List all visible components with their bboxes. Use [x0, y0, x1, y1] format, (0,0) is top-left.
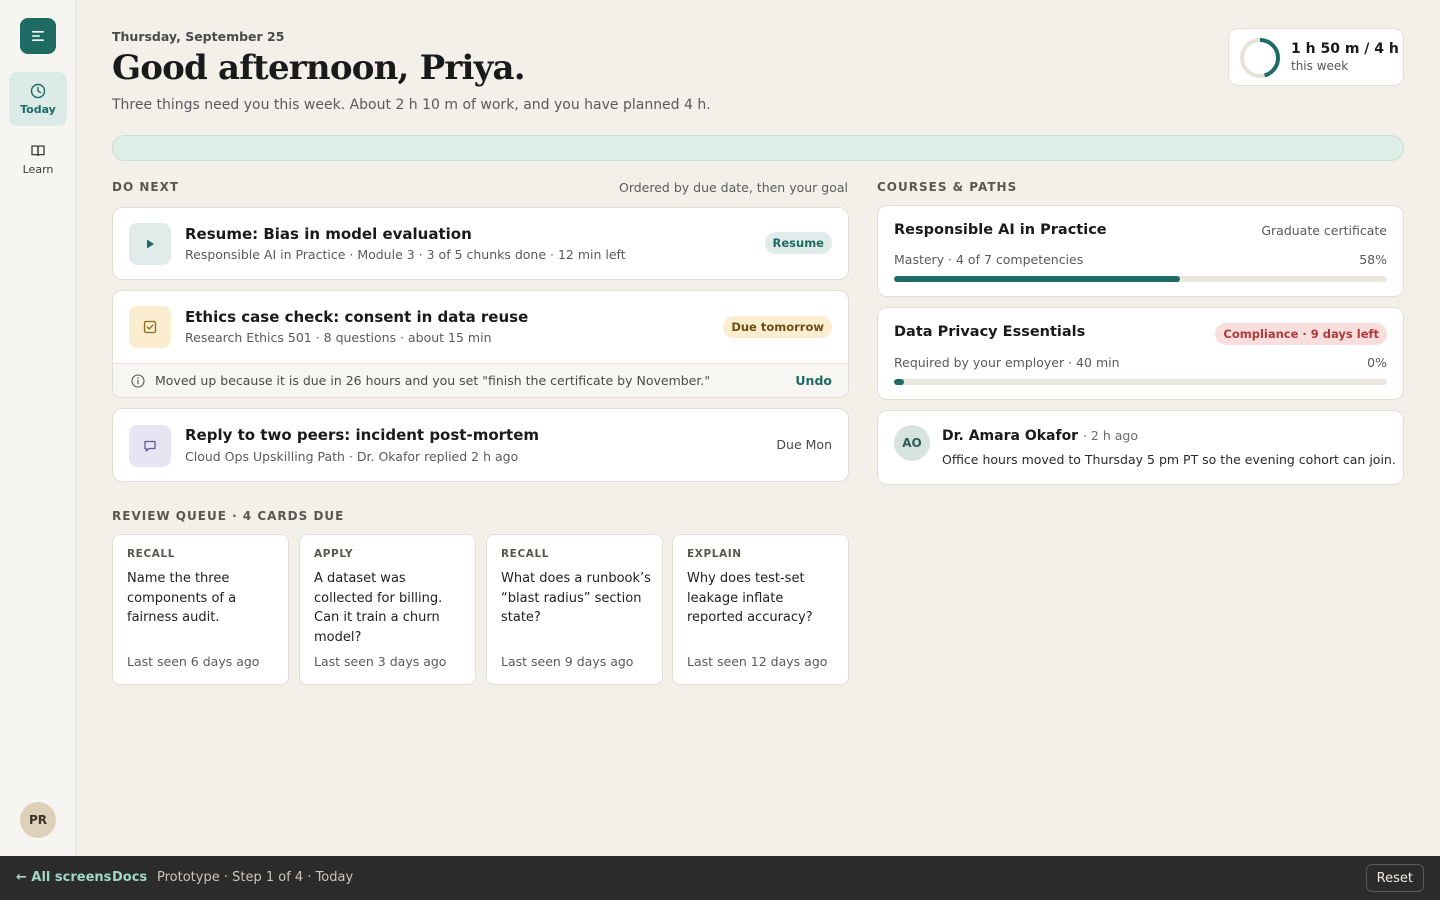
course-progress-fill: [894, 379, 904, 385]
due-badge: Due tomorrow: [723, 316, 832, 338]
avatar: AO: [894, 425, 930, 461]
time-progress-ring: [1240, 38, 1280, 78]
review-question: Name the three components of a fairness …: [127, 571, 237, 625]
courses-heading: COURSES & PATHS: [877, 180, 1018, 194]
user-avatar[interactable]: PR: [20, 802, 56, 838]
reorder-note-text: Moved up because it is due in 26 hours a…: [155, 373, 711, 388]
review-card[interactable]: EXPLAIN Why does test-set leakage inflat…: [672, 534, 849, 685]
menu-button[interactable]: [20, 18, 56, 54]
page-date: Thursday, September 25: [112, 29, 285, 44]
course-progress-bar: [894, 276, 1387, 282]
step-indicator: Prototype · Step 1 of 4 · Today: [157, 870, 354, 885]
review-last-seen: Last seen 6 days ago: [127, 654, 260, 669]
weekly-time-widget[interactable]: 1 h 50 m / 4 h this week: [1228, 28, 1404, 86]
book-icon: [31, 144, 45, 156]
task-meta: Responsible AI in Practice · Module 3 · …: [185, 247, 626, 262]
course-meta: Required by your employer · 40 min: [894, 355, 1120, 370]
course-percent: 58%: [1359, 252, 1387, 267]
review-question: Why does test-set leakage inflate report…: [687, 571, 813, 625]
review-last-seen: Last seen 12 days ago: [687, 654, 828, 669]
course-title: Data Privacy Essentials: [894, 324, 1086, 340]
docs-link[interactable]: Docs: [112, 870, 147, 885]
review-kind: APPLY: [314, 548, 354, 560]
sidebar: Today Learn PR: [0, 0, 76, 856]
course-progress-bar: [894, 379, 1387, 385]
task-icon: [129, 425, 171, 467]
task-title: Resume: Bias in model evaluation: [185, 225, 472, 243]
message-body: Office hours moved to Thursday 5 pm PT s…: [942, 452, 1396, 467]
do-next-heading: DO NEXT: [112, 180, 180, 194]
menu-icon: [32, 31, 44, 41]
review-last-seen: Last seen 9 days ago: [501, 654, 634, 669]
chat-icon: [144, 440, 156, 452]
info-icon: [131, 374, 145, 388]
all-screens-link[interactable]: ← All screens: [16, 870, 111, 885]
course-card[interactable]: Responsible AI in Practice Graduate cert…: [877, 205, 1404, 297]
status-banner: [112, 135, 1404, 161]
course-title: Responsible AI in Practice: [894, 222, 1107, 238]
review-kind: RECALL: [127, 548, 176, 560]
task-card[interactable]: Resume: Bias in model evaluation Respons…: [112, 207, 849, 280]
review-kind: EXPLAIN: [687, 548, 742, 560]
review-question: A dataset was collected for billing. Can…: [314, 571, 443, 645]
sidebar-item-learn[interactable]: Learn: [9, 132, 67, 186]
task-card[interactable]: Ethics case check: consent in data reuse…: [112, 290, 849, 398]
task-meta: Cloud Ops Upskilling Path · Dr. Okafor r…: [185, 449, 519, 464]
message-time: · 2 h ago: [1082, 428, 1138, 443]
page-subtitle: Three things need you this week. About 2…: [112, 97, 711, 113]
task-icon: [129, 306, 171, 348]
course-progress-fill: [894, 276, 1180, 282]
reset-button[interactable]: Reset: [1365, 864, 1424, 892]
review-card[interactable]: RECALL What does a runbook’s “blast radi…: [486, 534, 663, 685]
sidebar-item-label: Learn: [22, 162, 54, 176]
sidebar-item-label: Today: [20, 102, 56, 116]
task-meta: Research Ethics 501 · 8 questions · abou…: [185, 330, 492, 345]
review-question: What does a runbook’s “blast radius” sec…: [501, 571, 651, 625]
task-title: Ethics case check: consent in data reuse: [185, 308, 529, 326]
do-next-sort-note: Ordered by due date, then your goal: [618, 180, 848, 195]
course-tag: Graduate certificate: [1261, 223, 1387, 238]
prototype-footer: ← All screens Docs Prototype · Step 1 of…: [0, 856, 1440, 900]
review-last-seen: Last seen 3 days ago: [314, 654, 447, 669]
undo-button[interactable]: Undo: [795, 373, 832, 388]
review-heading: REVIEW QUEUE · 4 CARDS DUE: [112, 509, 345, 523]
sidebar-item-today[interactable]: Today: [9, 72, 67, 126]
task-icon: [129, 223, 171, 265]
play-icon: [147, 239, 154, 249]
course-percent: 0%: [1367, 355, 1387, 370]
due-label: Due Mon: [776, 437, 832, 452]
message-author: Dr. Amara Okafor · 2 h ago: [942, 428, 1138, 444]
message-author-name: Dr. Amara Okafor: [942, 428, 1079, 444]
course-meta: Mastery · 4 of 7 competencies: [894, 252, 1084, 267]
course-card[interactable]: Data Privacy Essentials Compliance · 9 d…: [877, 307, 1404, 400]
review-card[interactable]: APPLY A dataset was collected for billin…: [299, 534, 476, 685]
page-title: Good afternoon, Priya.: [112, 48, 526, 88]
review-card[interactable]: RECALL Name the three components of a fa…: [112, 534, 289, 685]
time-main: 1 h 50 m / 4 h: [1291, 41, 1399, 57]
reorder-note: Moved up because it is due in 26 hours a…: [113, 363, 848, 397]
checkbox-icon: [143, 320, 157, 334]
time-sub: this week: [1291, 59, 1349, 73]
message-card[interactable]: AO Dr. Amara Okafor · 2 h ago Office hou…: [877, 410, 1404, 485]
clock-icon: [30, 83, 46, 98]
compliance-badge: Compliance · 9 days left: [1215, 323, 1387, 345]
resume-button[interactable]: Resume: [764, 232, 832, 254]
review-kind: RECALL: [501, 548, 550, 560]
task-title: Reply to two peers: incident post-mortem: [185, 426, 539, 444]
task-card[interactable]: Reply to two peers: incident post-mortem…: [112, 408, 849, 482]
